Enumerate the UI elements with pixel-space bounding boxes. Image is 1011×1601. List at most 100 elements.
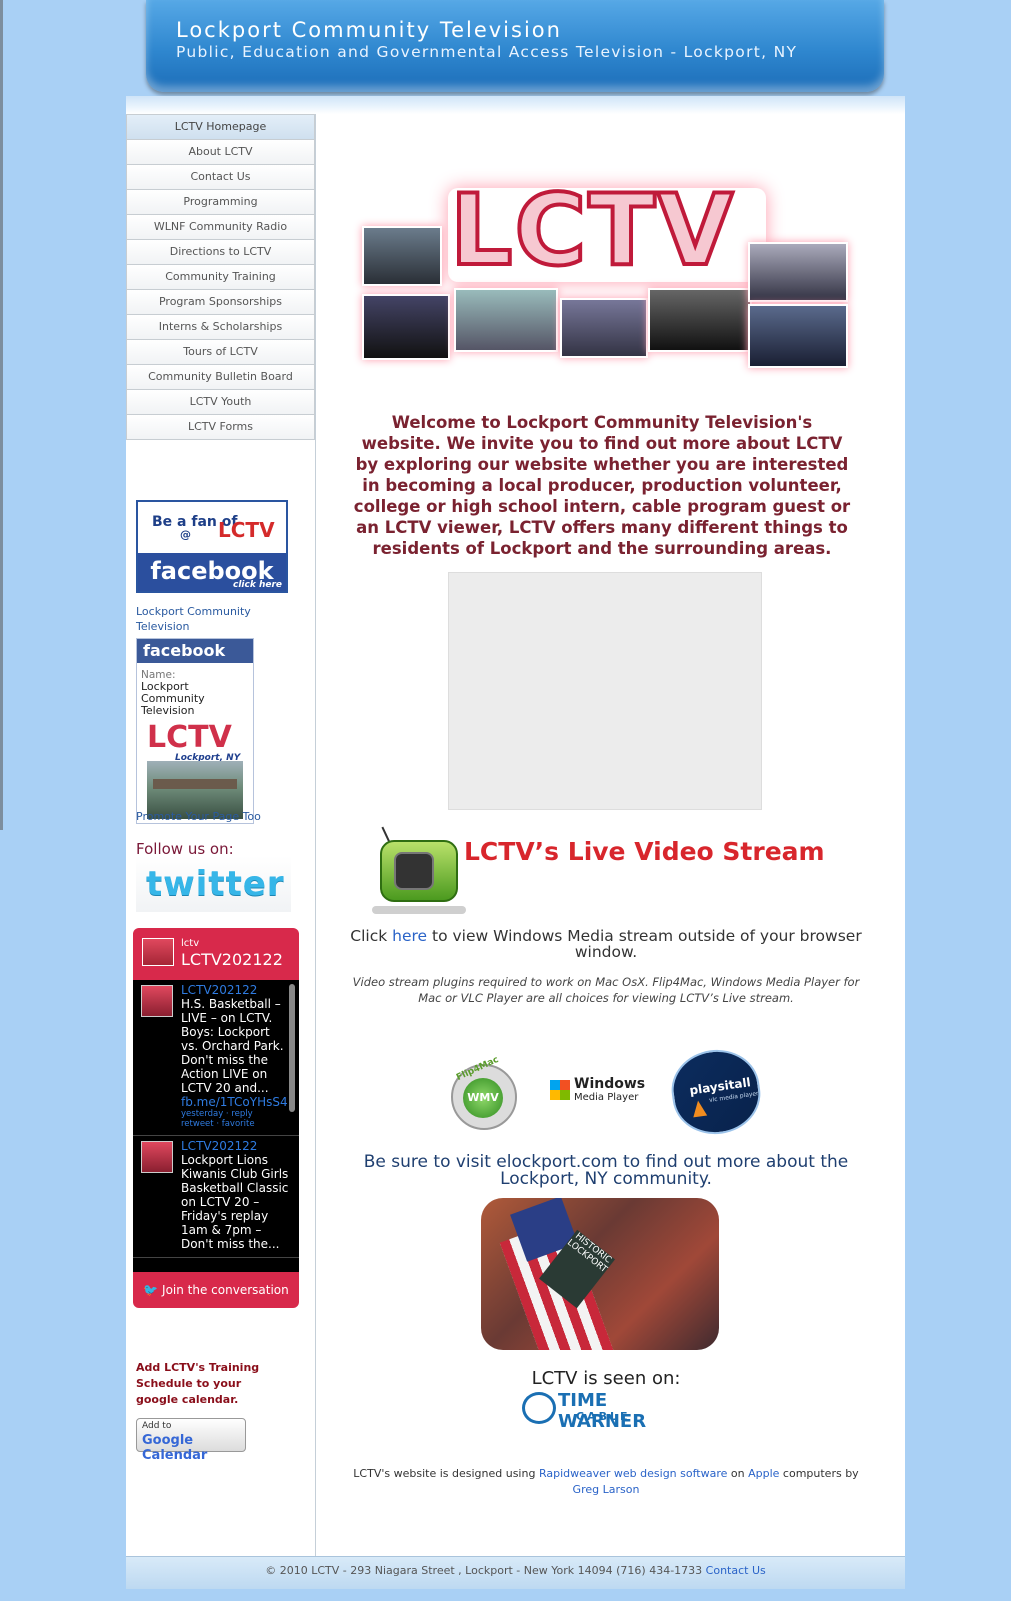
nav-item-forms[interactable]: LCTV Forms	[126, 415, 315, 440]
facebook-widget[interactable]: facebook Name: Lockport Community Televi…	[136, 638, 254, 824]
nav-item-homepage[interactable]: LCTV Homepage	[126, 114, 315, 140]
banner-lctv-text: LCTV	[448, 172, 736, 290]
facebook-brand: facebook	[137, 639, 253, 663]
footer: © 2010 LCTV - 293 Niagara Street , Lockp…	[126, 1556, 905, 1589]
tweet: LCTV202122 Lockport Lions Kiwanis Club G…	[133, 1136, 299, 1258]
window-edge	[0, 0, 3, 830]
historic-lockport-image[interactable]: HISTORIC LOCKPORT	[481, 1198, 719, 1350]
tweet-reply[interactable]: reply	[231, 1109, 252, 1119]
nav-item-sponsorships[interactable]: Program Sponsorships	[126, 290, 315, 315]
vlc-logo[interactable]: playsitall vlc media player	[666, 1044, 766, 1140]
banner-photo	[748, 242, 848, 302]
twitter-widget-small: lctv	[181, 938, 200, 949]
nav-item-radio[interactable]: WLNF Community Radio	[126, 215, 315, 240]
promote-page-link[interactable]: Promote Your Page Too	[136, 810, 261, 823]
twitter-button[interactable]: twitter	[136, 856, 291, 912]
wmp-line1: Windows	[574, 1076, 646, 1092]
lctv-logo: LCTV	[147, 720, 232, 755]
join-conversation-link[interactable]: 🐦 Join the conversation	[133, 1272, 299, 1308]
site-title: Lockport Community Television	[176, 18, 562, 42]
windows-flag-icon	[550, 1080, 570, 1100]
live-stream-title: LCTV’s Live Video Stream	[464, 837, 825, 866]
video-player[interactable]	[448, 572, 762, 810]
wmp-line2: Media Player	[574, 1092, 639, 1103]
fan-badge-click: click here	[232, 580, 282, 590]
banner-photo	[454, 288, 558, 352]
feed-scrollbar[interactable]	[289, 984, 295, 1112]
nav-item-programming[interactable]: Programming	[126, 190, 315, 215]
tweet-link[interactable]: fb.me/1TCoYHsS4	[181, 1095, 289, 1109]
tweet-text: Lockport Lions Kiwanis Club Girls Basket…	[181, 1153, 289, 1251]
twitter-widget: lctv LCTV202122 LCTV202122 H.S. Basketba…	[133, 928, 299, 1308]
gcal-add: Add to	[142, 1421, 172, 1431]
credits-post: computers by	[779, 1467, 859, 1480]
credits: LCTV's website is designed using Rapidwe…	[336, 1466, 876, 1498]
header-bar	[126, 96, 905, 115]
credits-pre: LCTV's website is designed using	[353, 1467, 539, 1480]
nav-item-tours[interactable]: Tours of LCTV	[126, 340, 315, 365]
footer-contact-link[interactable]: Contact Us	[706, 1564, 766, 1577]
page-body: LCTV Homepage About LCTV Contact Us Prog…	[126, 114, 905, 1556]
elockport-text[interactable]: Be sure to visit elockport.com to find o…	[346, 1154, 866, 1188]
welcome-text: Welcome to Lockport Community Television…	[353, 413, 851, 558]
twitter-bird-icon: 🐦	[143, 1283, 159, 1297]
join-label: Join the conversation	[162, 1283, 289, 1297]
tweet: LCTV202122 H.S. Basketball – LIVE – on L…	[133, 980, 299, 1136]
add-to-google-calendar-button[interactable]: Add to Google Calendar	[136, 1418, 246, 1463]
lctv-banner: LCTV	[362, 172, 850, 372]
tweet-favorite[interactable]: favorite	[222, 1119, 255, 1129]
flip4mac-logo[interactable]: Flip4Mac WMV	[451, 1055, 517, 1130]
facebook-page-link[interactable]: Lockport Community Television	[136, 604, 266, 634]
time-warner-cable-logo: TIME WARNER CABLE	[522, 1388, 692, 1432]
footer-text: © 2010 LCTV - 293 Niagara Street , Lockp…	[265, 1564, 706, 1577]
nav-item-youth[interactable]: LCTV Youth	[126, 390, 315, 415]
stream-here-link[interactable]: here	[392, 927, 427, 945]
nav-item-about[interactable]: About LCTV	[126, 140, 315, 165]
gcal-label: Google Calendar	[142, 1433, 208, 1463]
apple-link[interactable]: Apple	[748, 1467, 779, 1480]
vlc-cone-icon	[691, 1099, 708, 1118]
tweet-user[interactable]: LCTV202122	[181, 1139, 289, 1153]
nav-item-bulletin[interactable]: Community Bulletin Board	[126, 365, 315, 390]
twc-eye-icon	[522, 1392, 556, 1424]
rapidweaver-link[interactable]: Rapidweaver web design software	[539, 1467, 727, 1480]
seen-on-text: LCTV is seen on:	[531, 1368, 681, 1389]
nav-item-directions[interactable]: Directions to LCTV	[126, 240, 315, 265]
banner-photo	[648, 288, 752, 352]
greg-larson-link[interactable]: Greg Larson	[573, 1483, 640, 1496]
tweet-meta: yesterday · reply retweet · favorite	[181, 1109, 255, 1129]
credits-mid: on	[727, 1467, 749, 1480]
banner-photo	[560, 298, 648, 358]
fan-badge-lctv: LCTV	[218, 518, 275, 542]
windows-media-player-logo[interactable]: Windows Media Player	[550, 1074, 650, 1108]
main-content: LCTV Welcome to Lockport Community Telev…	[316, 114, 905, 1556]
banner-photo	[362, 294, 450, 360]
tweet-time[interactable]: yesterday	[181, 1109, 223, 1119]
site-header: Lockport Community Television Public, Ed…	[146, 0, 884, 92]
facebook-name-value: Lockport Community Television	[141, 680, 205, 717]
twitter-logo: twitter	[146, 864, 285, 904]
nav-item-contact[interactable]: Contact Us	[126, 165, 315, 190]
stream-link-text: Click here to view Windows Media stream …	[346, 928, 866, 960]
nav-item-interns[interactable]: Interns & Scholarships	[126, 315, 315, 340]
tweet-user[interactable]: LCTV202122	[181, 983, 289, 997]
nav-item-training[interactable]: Community Training	[126, 265, 315, 290]
banner-photo	[362, 226, 442, 286]
tweet-avatar	[141, 985, 173, 1017]
banner-photo	[748, 304, 848, 368]
site-subtitle: Public, Education and Governmental Acces…	[176, 43, 798, 61]
flip4mac-wmv: WMV	[463, 1078, 503, 1118]
click-post: to view Windows Media stream outside of …	[427, 927, 862, 961]
plugins-note: Video stream plugins required to work on…	[352, 975, 860, 1005]
tweet-avatar	[141, 1141, 173, 1173]
fan-badge-at: @	[180, 528, 191, 541]
tweet-retweet[interactable]: retweet	[181, 1119, 214, 1129]
twitter-feed[interactable]: LCTV202122 H.S. Basketball – LIVE – on L…	[133, 980, 299, 1272]
sidebar: LCTV Homepage About LCTV Contact Us Prog…	[126, 114, 316, 1556]
twitter-widget-handle[interactable]: LCTV202122	[181, 950, 283, 969]
sidebar-nav: LCTV Homepage About LCTV Contact Us Prog…	[126, 114, 315, 440]
facebook-fan-badge[interactable]: Be a fan of @ LCTV facebook click here	[136, 500, 288, 593]
click-pre: Click	[350, 927, 393, 945]
tweet-text: H.S. Basketball – LIVE – on LCTV. Boys: …	[181, 997, 284, 1095]
calendar-text: Add LCTV's Training Schedule to your goo…	[136, 1361, 260, 1406]
